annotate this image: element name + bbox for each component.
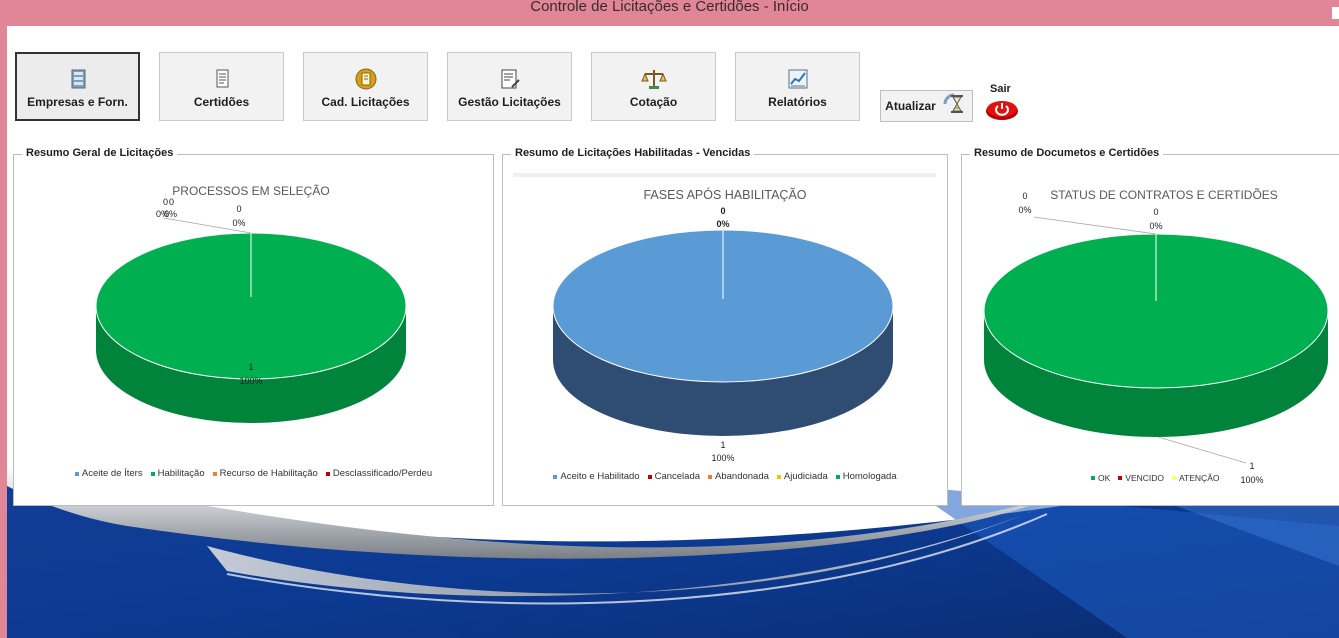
panel-habilitadas-vencidas: Resumo de Licitações Habilitadas - Venci… [502, 147, 948, 506]
data-label-aceito-pct: 100% [711, 453, 734, 463]
leader-line [1157, 436, 1247, 464]
data-label-aceite-value: 0 [163, 197, 168, 207]
legend-item: Abandonada [708, 471, 769, 482]
chart-legend: Aceito e Habilitado Cancelada Abandonada… [503, 471, 947, 482]
nav-button-label: Empresas e Forn. [27, 94, 128, 109]
chart-plot-frame [513, 173, 936, 177]
data-label-vencido-value: 0 [1022, 191, 1027, 201]
chart-legend: Aceite de Íters Habilitação Recurso de H… [14, 468, 493, 479]
data-label-zero-value: 0 [720, 206, 725, 216]
legend-item: ATENÇÃO [1172, 473, 1219, 483]
legend-item: OK [1091, 473, 1110, 483]
refresh-button[interactable]: Atualizar [880, 90, 973, 122]
nav-button-label: Gestão Licitações [458, 94, 561, 109]
data-label-habilitacao-pct: 100% [239, 376, 262, 386]
leader-line [1033, 216, 1157, 235]
legend-item: Desclassificado/Perdeu [325, 468, 432, 479]
data-label-vencido-pct: 0% [1018, 205, 1031, 215]
data-label-recurso-pct: 0% [164, 209, 177, 219]
notebook-icon [354, 65, 378, 91]
chart-title: STATUS DE CONTRATOS E CERTIDÕES [1050, 187, 1278, 202]
exit-label: Sair [990, 83, 1011, 95]
database-icon [66, 65, 90, 91]
chart-fases-apos-habilitacao: FASES APÓS HABILITAÇÃO 0 0% 1 100% [513, 173, 936, 463]
data-label-desclassificado-pct: 0% [232, 218, 245, 228]
data-label-ok-value: 1 [1249, 461, 1254, 471]
legend-item: VENCIDO [1118, 473, 1164, 483]
data-label-atencao-value: 0 [1153, 207, 1158, 217]
data-label-zero-pct: 0% [716, 219, 729, 229]
legend-item: Aceite de Íters [74, 468, 143, 479]
nav-button-label: Cad. Licitações [321, 94, 410, 109]
chart-title: PROCESSOS EM SELEÇÃO [172, 184, 329, 198]
data-label-desclassificado-value: 0 [236, 204, 241, 214]
chart-legend: OK VENCIDO ATENÇÃO [1087, 473, 1223, 483]
nav-button-cad-licitacoes[interactable]: Cad. Licitações [303, 52, 428, 121]
chart-processos-em-selecao: PROCESSOS EM SELEÇÃO 0 0 0% 0% 0 0% 1 10… [95, 184, 407, 423]
nav-button-label: Relatórios [768, 94, 827, 109]
panel-documentos-certidoes: Resumo de Documetos e Certidões STATUS D… [961, 147, 1339, 506]
nav-button-gestao-licitacoes[interactable]: Gestão Licitações [447, 52, 572, 121]
nav-button-certidoes[interactable]: Certidões [159, 52, 284, 121]
legend-item: Habilitação [150, 468, 205, 479]
list-edit-icon [498, 65, 522, 91]
legend-item: Ajudiciada [776, 471, 828, 482]
legend-item: Homologada [835, 471, 897, 482]
nav-button-empresas[interactable]: Empresas e Forn. [15, 52, 140, 121]
app-window: Controle de Licitações e Certidões - Iní… [0, 0, 1339, 638]
window-title: Controle de Licitações e Certidões - Iní… [530, 0, 809, 15]
legend-item: Aceito e Habilitado [553, 471, 640, 482]
data-label-ok-pct: 100% [1240, 475, 1263, 485]
chart-status-contratos-certidoes: STATUS DE CONTRATOS E CERTIDÕES 0 0% 0 0… [983, 187, 1329, 485]
scales-icon [640, 65, 667, 91]
main-content: Empresas e Forn. Certidões Cad. Licitaçõ… [7, 26, 1339, 638]
data-label-habilitacao-value: 1 [248, 362, 253, 372]
refresh-button-label: Atualizar [885, 99, 936, 113]
nav-button-label: Certidões [193, 94, 250, 109]
close-button[interactable] [1332, 7, 1339, 19]
legend-item: Cancelada [647, 471, 700, 482]
exit-button[interactable] [985, 99, 1019, 126]
panel-resumo-geral: Resumo Geral de Licitações PROCESSOS EM … [13, 147, 494, 506]
data-label-aceito-value: 1 [720, 440, 725, 450]
nav-button-label: Cotação [629, 94, 678, 109]
nav-button-relatorios[interactable]: Relatórios [735, 52, 860, 121]
hourglass-icon [942, 92, 968, 121]
power-icon [986, 101, 1018, 120]
window-border [0, 26, 7, 638]
document-icon [210, 65, 234, 91]
legend-item: Recurso de Habilitação [212, 468, 318, 479]
nav-button-cotacao[interactable]: Cotação [591, 52, 716, 121]
chart-title: FASES APÓS HABILITAÇÃO [643, 187, 806, 202]
title-bar: Controle de Licitações e Certidões - Iní… [0, 0, 1339, 26]
data-label-recurso-value: 0 [169, 197, 174, 207]
data-label-atencao-pct: 0% [1149, 221, 1162, 231]
report-chart-icon [786, 65, 810, 91]
